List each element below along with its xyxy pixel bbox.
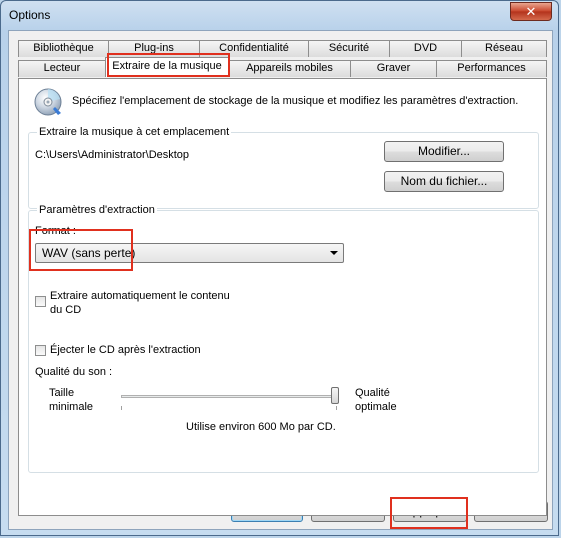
eject-checkbox[interactable] — [35, 345, 46, 356]
tab-extraire-de-la-musique[interactable]: Extraire de la musique — [105, 57, 229, 77]
tab-securite[interactable]: Sécurité — [308, 40, 390, 57]
quality-slider-ticks — [121, 406, 339, 410]
max-quality-label-line1: Qualité — [355, 387, 390, 399]
tab-plug-ins[interactable]: Plug-ins — [108, 40, 200, 57]
format-select[interactable]: WAV (sans perte) — [35, 243, 344, 263]
location-legend: Extraire la musique à cet emplacement — [37, 126, 232, 138]
format-label: Format : — [35, 225, 76, 237]
tab-graver[interactable]: Graver — [350, 60, 437, 77]
max-quality-label-line2: optimale — [355, 401, 397, 413]
window-title: Options — [9, 8, 51, 22]
chevron-down-icon — [330, 251, 338, 255]
tab-reseau[interactable]: Réseau — [461, 40, 547, 57]
min-size-label-line1: Taille — [49, 387, 75, 399]
rip-music-panel: Spécifiez l'emplacement de stockage de l… — [18, 78, 547, 516]
filename-button[interactable]: Nom du fichier... — [384, 171, 504, 192]
rip-settings-group: Paramètres d'extraction Format : WAV (sa… — [28, 204, 539, 473]
tab-lecteur[interactable]: Lecteur — [18, 60, 106, 77]
tab-confidentialite[interactable]: Confidentialité — [199, 40, 309, 57]
options-window: Options ✕ Bibliothèque Plug-ins Confiden… — [0, 0, 559, 536]
location-group: Extraire la musique à cet emplacement C:… — [28, 126, 539, 209]
tab-dvd[interactable]: DVD — [389, 40, 462, 57]
cd-disc-icon — [34, 88, 62, 116]
quality-slider-thumb[interactable] — [331, 387, 339, 404]
rip-settings-legend: Paramètres d'extraction — [37, 204, 157, 216]
auto-rip-label-line1: Extraire automatiquement le contenu — [50, 290, 230, 302]
auto-rip-label-line2: du CD — [50, 304, 82, 316]
dialog-client: Bibliothèque Plug-ins Confidentialité Sé… — [8, 30, 553, 530]
tab-performances[interactable]: Performances — [436, 60, 547, 77]
close-icon: ✕ — [525, 4, 537, 19]
tab-bibliotheque[interactable]: Bibliothèque — [18, 40, 109, 57]
tab-appareils-mobiles[interactable]: Appareils mobiles — [228, 60, 351, 77]
close-button[interactable]: ✕ — [510, 2, 552, 21]
min-size-label-line2: minimale — [49, 401, 94, 413]
usage-text: Utilise environ 600 Mo par CD. — [186, 421, 336, 433]
quality-slider-track[interactable] — [121, 395, 339, 398]
intro-text: Spécifiez l'emplacement de stockage de l… — [72, 95, 519, 107]
rip-path: C:\Users\Administrator\Desktop — [35, 149, 190, 161]
modify-button[interactable]: Modifier... — [384, 141, 504, 162]
quality-label: Qualité du son : — [35, 366, 113, 378]
eject-label: Éjecter le CD après l'extraction — [50, 344, 201, 356]
auto-rip-checkbox[interactable] — [35, 296, 46, 307]
format-value: WAV (sans perte) — [42, 246, 136, 260]
